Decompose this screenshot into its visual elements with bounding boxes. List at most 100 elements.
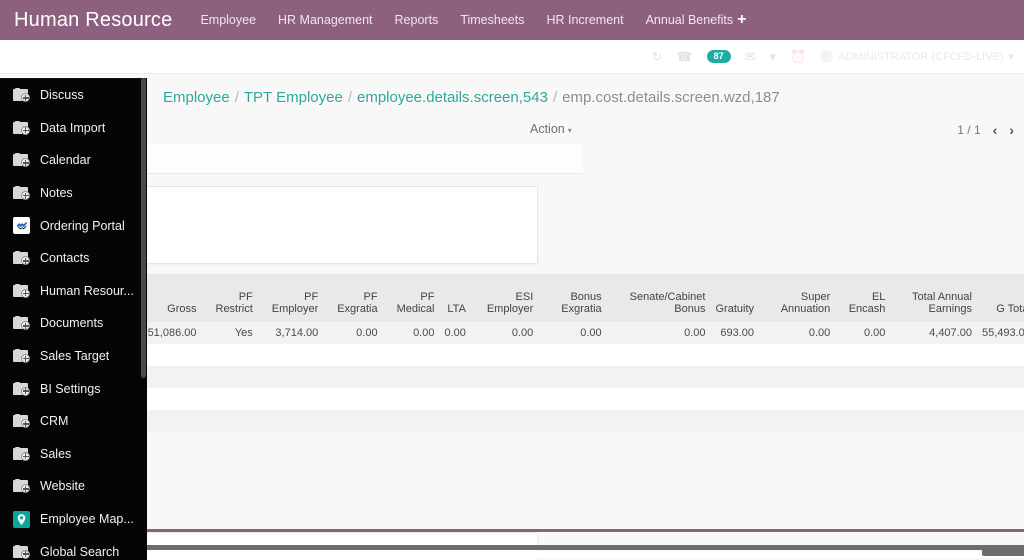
breadcrumb-item-0[interactable]: Employee (163, 89, 230, 106)
table-column-header[interactable]: Total Annual Earnings (890, 274, 977, 322)
top-menu-item-employee[interactable]: Employee (200, 13, 256, 27)
table-cell-empty (201, 366, 258, 388)
table-cell-empty (606, 344, 711, 366)
table-cell-empty (759, 410, 836, 432)
sidebar-item-website[interactable]: Website (0, 470, 147, 503)
sidebar-item-label: Notes (40, 186, 73, 201)
top-navigation-bar: Human Resource Employee HR Management Repo… (0, 0, 1024, 40)
user-menu[interactable]: ADMINISTRATOR (CFCFD-LIVE) ▾ (820, 50, 1014, 63)
table-column-header[interactable]: G Total (976, 274, 1024, 322)
table-cell-empty (538, 388, 607, 410)
sidebar-item-documents[interactable]: Documents (0, 307, 147, 340)
top-menu-item-reports[interactable]: Reports (395, 13, 439, 27)
sidebar-item-label: Discuss (40, 88, 84, 103)
sidebar-item-calendar[interactable]: Calendar (0, 144, 147, 177)
horizontal-scrollbar-thumb[interactable] (982, 549, 1024, 556)
table-column-header[interactable]: ESI Employer (470, 274, 539, 322)
table-cell: 51,086.00 (142, 322, 202, 344)
table-row-empty (0, 410, 1024, 432)
sidebar-item-human-resour[interactable]: Human Resour... (0, 275, 147, 308)
horizontal-scrollbar-track[interactable] (490, 549, 1024, 558)
add-menu-button[interactable]: + (733, 12, 750, 28)
top-menu-item-timesheets[interactable]: Timesheets (460, 13, 524, 27)
sidebar-item-label: Documents (40, 316, 104, 331)
sidebar-item-discuss[interactable]: Discuss (0, 79, 147, 112)
table-row[interactable]: G212,371.004,948.0051,086.00Yes3,714.000… (0, 322, 1024, 344)
table-column-header[interactable]: LTA (439, 274, 471, 322)
table-cell-empty (470, 410, 539, 432)
sidebar-item-employee-map[interactable]: Employee Map... (0, 503, 147, 536)
table-row-empty (0, 366, 1024, 388)
table-cell-empty (976, 366, 1024, 388)
chevron-down-icon: ▾ (567, 126, 572, 135)
table-column-header[interactable]: Gratuity (710, 274, 759, 322)
table-column-header[interactable]: Senate/Cabinet Bonus (606, 274, 711, 322)
table-cell-empty (606, 388, 711, 410)
breadcrumb-item-1[interactable]: TPT Employee (244, 89, 343, 106)
sidebar-item-notes[interactable]: Notes (0, 177, 147, 210)
table-column-header[interactable]: PF Exgratia (323, 274, 383, 322)
table-column-header[interactable]: PF Medical (382, 274, 440, 322)
sidebar-item-label: Calendar (40, 153, 91, 168)
notification-badge[interactable]: 87 (706, 49, 731, 64)
sidebar-scrollbar-thumb[interactable] (141, 78, 146, 378)
sidebar-item-bi-settings[interactable]: BI Settings (0, 372, 147, 405)
table-cell-empty (759, 388, 836, 410)
breadcrumb-item-2[interactable]: employee.details.screen,543 (357, 89, 548, 106)
sidebar-item-label: Data Import (40, 120, 106, 135)
table-column-header[interactable]: Bonus Exgratia (538, 274, 607, 322)
table-cell: 0.00 (382, 322, 440, 344)
sidebar-scrollbar-track[interactable] (141, 78, 146, 560)
table-cell-empty (835, 344, 891, 366)
pager-next-icon[interactable]: › (1009, 122, 1014, 138)
sidebar-item-sales-target[interactable]: Sales Target (0, 340, 147, 373)
table-cell-empty (142, 366, 202, 388)
broken-image-icon (13, 186, 30, 201)
table-row-empty (0, 388, 1024, 410)
app-root: Human Resource Employee HR Management Repo… (0, 0, 1024, 560)
table-column-header[interactable]: Gross (142, 274, 202, 322)
sidebar-item-label: Sales Target (40, 349, 110, 364)
table-column-header[interactable]: PF Restrict (201, 274, 258, 322)
table-cell-empty (976, 388, 1024, 410)
sidebar-item-contacts[interactable]: Contacts (0, 242, 147, 275)
report-table: adeEarned BasicEarned DAGrossPF Restrict… (0, 274, 1024, 432)
table-cell-empty (606, 410, 711, 432)
top-menu-item-hr-management[interactable]: HR Management (278, 13, 373, 27)
top-menu-item-annual-benefits[interactable]: Annual Benefits (646, 13, 734, 27)
table-cell-empty (538, 366, 607, 388)
messages-icon[interactable]: ✉ (745, 49, 756, 65)
sidebar-item-crm[interactable]: CRM (0, 405, 147, 438)
top-menu-item-hr-increment[interactable]: HR Increment (546, 13, 623, 27)
table-cell: 4,407.00 (890, 322, 977, 344)
activities-icon[interactable]: ⏰ (790, 49, 806, 65)
sidebar-item-ordering-portal[interactable]: Ordering Portal (0, 209, 147, 242)
table-cell-empty (606, 366, 711, 388)
chevron-down-icon[interactable]: ▾ (770, 49, 777, 65)
action-dropdown-button[interactable]: Action ▾ (530, 122, 572, 136)
table-column-header[interactable]: Super Annuation (759, 274, 836, 322)
sidebar-item-label: Human Resour... (40, 283, 134, 298)
refresh-icon[interactable]: ↻ (652, 49, 663, 65)
pager-previous-icon[interactable]: ‹ (993, 122, 998, 138)
table-column-header[interactable]: EL Encash (835, 274, 891, 322)
table-cell-empty (759, 366, 836, 388)
broken-image-icon (13, 153, 30, 168)
table-cell-empty (835, 388, 891, 410)
sidebar-item-sales[interactable]: Sales (0, 438, 147, 471)
breadcrumb: Employee / TPT Employee / employee.details.s… (163, 89, 780, 106)
table-row-empty (0, 344, 1024, 366)
main-content: Employee / TPT Employee / employee.details.s… (0, 74, 1024, 560)
table-cell-empty (890, 388, 977, 410)
table-cell-empty (890, 344, 977, 366)
action-label: Action (530, 122, 565, 136)
sidebar-item-data-import[interactable]: Data Import (0, 112, 147, 145)
sidebar-item-label: Website (40, 479, 85, 494)
table-column-header[interactable]: PF Employer (257, 274, 324, 322)
report-table-body: G212,371.004,948.0051,086.00Yes3,714.000… (0, 322, 1024, 432)
table-cell-empty (890, 366, 977, 388)
app-brand-title: Human Resource (14, 8, 173, 31)
sidebar-item-global-search[interactable]: Global Search (0, 535, 147, 560)
table-cell-empty (257, 410, 324, 432)
phone-icon[interactable]: ☎ (676, 49, 692, 65)
